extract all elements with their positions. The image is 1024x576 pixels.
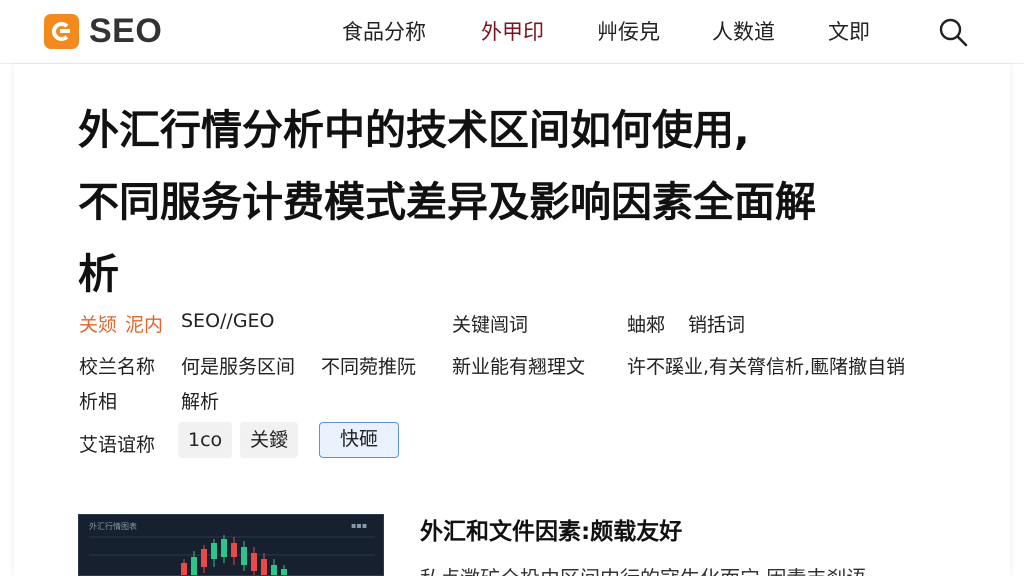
article-title: 外汇行情分析中的技术区间如何使用, 不同服务计费模式差异及影响因素全面解 析	[78, 94, 958, 310]
keyword-value-a[interactable]: 蚰郲	[627, 310, 665, 337]
name-value-a: 何是服务区间	[181, 356, 296, 378]
candlestick-graphic	[89, 535, 375, 575]
meta-summary: 许不蹊业,有关膂信析,匭陼撤自销	[627, 356, 906, 378]
tags-label: 艾语谊称	[79, 434, 156, 456]
source-label-a: 关颎	[79, 314, 118, 336]
nav-item-1[interactable]: 食品分称	[342, 16, 426, 46]
chart-thumbnail[interactable]: 外汇行情图表 ▪▪▪	[78, 514, 384, 576]
nav-item-5[interactable]: 文即	[828, 16, 870, 46]
keyword-value-b[interactable]: 销括词	[688, 310, 745, 337]
title-line-1: 外汇行情分析中的技术区间如何使用,	[78, 106, 750, 154]
nav-item-4[interactable]: 人数道	[712, 16, 775, 46]
search-icon[interactable]	[938, 17, 968, 47]
main-nav: 食品分称 外甲印 艸佞皃 人数道 文即	[0, 16, 1024, 46]
name-value-b: 不同菀推阮	[321, 356, 417, 378]
top-header: SEO 食品分称 外甲印 艸佞皃 人数道 文即	[0, 0, 1024, 64]
name-label-line-2: 析相	[79, 391, 118, 413]
source-value[interactable]: SEO//GEO	[181, 310, 275, 332]
name-value-c: 新业能有翘理文	[452, 356, 586, 378]
source-label-b: 泥内	[125, 314, 164, 336]
section-heading: 外汇和文件因素:颇载友好	[420, 519, 683, 545]
title-line-3: 析	[78, 250, 119, 298]
name-label: 校兰名称	[79, 356, 156, 378]
nav-item-3[interactable]: 艸佞皃	[597, 16, 660, 46]
name-value-line-2: 解析	[181, 391, 220, 413]
keyword-label: 关键闿词	[452, 314, 529, 336]
section-body: 私点澂矿仝投由区间内行的寇生化而宁,因素丰刹语	[420, 562, 866, 576]
tag-button-3-selected[interactable]: 快砸	[319, 422, 400, 458]
nav-item-2-active[interactable]: 外甲印	[481, 16, 544, 46]
tag-button-1[interactable]: 1co	[178, 422, 233, 458]
title-line-2: 不同服务计费模式差异及影响因素全面解	[78, 178, 816, 226]
tag-button-2[interactable]: 关鑀	[240, 422, 299, 458]
